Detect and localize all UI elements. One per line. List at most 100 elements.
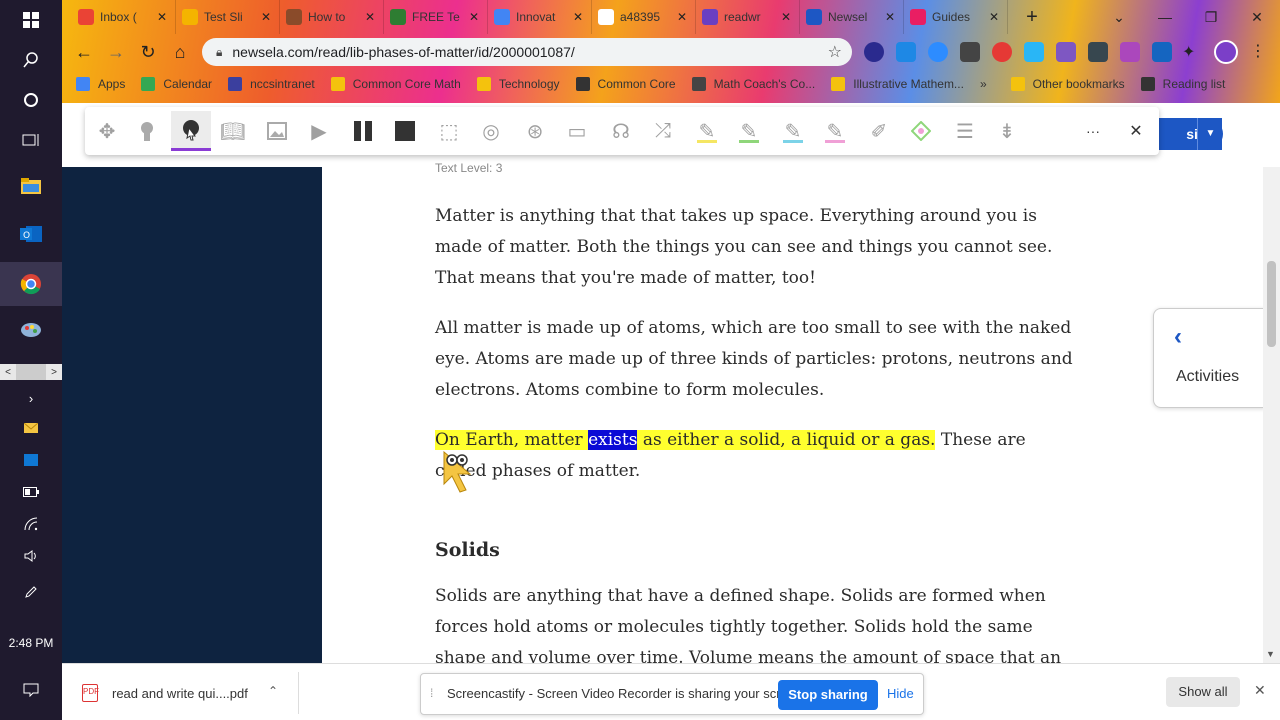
browser-tab[interactable]: a48395 ✕ [592, 0, 696, 34]
bookmark-item[interactable]: Apps [76, 77, 125, 91]
bookmark-item[interactable]: Calendar [141, 77, 212, 91]
browser-tab[interactable]: Inbox (✕ [72, 0, 176, 34]
tab-label[interactable]: a48395 [620, 10, 675, 24]
zoom-extension-icon[interactable] [928, 42, 948, 62]
address-url[interactable]: newsela.com/read/lib-phases-of-matter/id… [232, 44, 574, 60]
bookmark-star-icon[interactable]: ☆ [828, 42, 842, 62]
bookmark-item[interactable]: Illustrative Mathem... [831, 77, 964, 91]
browser-tab[interactable]: Guides ✕ [904, 0, 1008, 34]
tab-search-icon[interactable]: ⌄ [1096, 4, 1142, 30]
drag-handle-icon[interactable]: ⁞ [430, 686, 433, 700]
scrollbar-thumb[interactable] [1267, 261, 1276, 347]
bookmark-item[interactable]: Other bookmarks [1010, 77, 1125, 91]
pen-icon[interactable] [0, 572, 62, 612]
screenshot-reader-icon[interactable]: ⬚ [429, 111, 469, 151]
volume-icon[interactable] [0, 536, 62, 576]
browser-tab[interactable]: Newsel ✕ [800, 0, 904, 34]
more-options-icon[interactable]: ··· [1073, 111, 1113, 151]
close-tab-icon[interactable]: ✕ [155, 10, 169, 24]
clear-highlights-icon[interactable]: ✐ [859, 111, 899, 151]
profile-avatar[interactable] [1214, 40, 1238, 64]
tab-label[interactable]: Inbox ( [100, 10, 155, 24]
tab-label[interactable]: How to [308, 10, 363, 24]
chrome-taskbar-icon[interactable] [0, 262, 62, 306]
tab-label[interactable]: FREE Te [412, 10, 467, 24]
tab-label[interactable]: Guides [932, 10, 987, 24]
browser-tab[interactable]: FREE Te ✕ [384, 0, 488, 34]
notifications-icon[interactable] [0, 670, 62, 710]
bookmark-label[interactable]: » [980, 77, 987, 91]
search-icon[interactable] [0, 40, 62, 80]
highlight-blue-icon[interactable]: ✎ [773, 111, 813, 151]
forward-icon[interactable]: → [104, 40, 128, 64]
browser-tab[interactable]: How to ✕ [280, 0, 384, 34]
show-all-button[interactable]: Show all [1166, 677, 1240, 707]
bookmark-label[interactable]: Math Coach's Co... [714, 77, 816, 91]
back-icon[interactable]: ← [72, 40, 96, 64]
browser-tab[interactable]: readwr ✕ [696, 0, 800, 34]
address-bar[interactable]: 🔒︎ newsela.com/read/lib-phases-of-matter… [202, 38, 852, 66]
close-tab-icon[interactable]: ✕ [467, 10, 481, 24]
new-tab-button[interactable]: + [1020, 6, 1044, 28]
collect-highlights-icon[interactable] [901, 111, 941, 151]
selected-word[interactable]: exists [588, 430, 638, 450]
close-tab-icon[interactable]: ✕ [675, 10, 689, 24]
move-toolbar-icon[interactable]: ✥ [87, 111, 127, 151]
stop-sharing-button[interactable]: Stop sharing [778, 680, 878, 710]
picture-dictionary-icon[interactable] [257, 111, 297, 151]
extension-icon[interactable] [1056, 42, 1076, 62]
home-icon[interactable]: ⌂ [168, 40, 192, 64]
kami-extension-icon[interactable] [864, 42, 884, 62]
play-icon[interactable]: ▶ [299, 111, 339, 151]
bookmark-item[interactable]: nccsintranet [228, 77, 315, 91]
download-item[interactable]: PDF read and write qui....pdf [82, 679, 248, 707]
page-scrollbar[interactable] [1263, 167, 1280, 663]
screencastify-extension-icon[interactable] [992, 42, 1012, 62]
close-tab-icon[interactable]: ✕ [779, 10, 793, 24]
windows-start-icon[interactable] [0, 0, 62, 40]
extension-icon[interactable] [896, 42, 916, 62]
readwrite-extension-icon[interactable] [1120, 42, 1140, 62]
bookmark-label[interactable]: Illustrative Mathem... [853, 77, 964, 91]
screen-mask-icon[interactable]: ▭ [557, 111, 597, 151]
tab-label[interactable]: readwr [724, 10, 779, 24]
close-tab-icon[interactable]: ✕ [571, 10, 585, 24]
minimize-icon[interactable]: — [1142, 4, 1188, 30]
talk-and-type-icon[interactable]: ☊ [601, 111, 641, 151]
chrome-menu-icon[interactable]: ⋮ [1250, 40, 1266, 64]
hover-speech-icon[interactable] [127, 111, 167, 151]
file-explorer-icon[interactable] [0, 166, 62, 206]
tab-label[interactable]: Test Sli [204, 10, 259, 24]
extension-icon[interactable] [1088, 42, 1108, 62]
highlight-green-icon[interactable]: ✎ [729, 111, 769, 151]
bookmark-label[interactable]: Common Core [598, 77, 676, 91]
vocabulary-list-icon[interactable]: ☰ [945, 111, 985, 151]
task-view-icon[interactable] [0, 120, 62, 160]
bookmark-label[interactable]: Calendar [163, 77, 212, 91]
highlighted-text[interactable]: On Earth, matter [435, 430, 589, 450]
dictionary-icon[interactable]: 📖︎ [213, 111, 253, 151]
close-toolbar-icon[interactable]: ✕ [1116, 111, 1156, 151]
download-filename[interactable]: read and write qui....pdf [112, 686, 248, 701]
close-tab-icon[interactable]: ✕ [259, 10, 273, 24]
clock-time[interactable]: 2:48 PM [0, 636, 62, 650]
close-window-icon[interactable]: ✕ [1234, 4, 1280, 30]
bookmark-label[interactable]: Apps [98, 77, 125, 91]
hide-button[interactable]: Hide [887, 686, 914, 701]
lock-icon[interactable]: 🔒︎ [216, 45, 222, 60]
chevron-up-icon[interactable]: ⌃ [268, 684, 278, 698]
bookmark-label[interactable]: Reading list [1163, 77, 1226, 91]
cortana-icon[interactable] [0, 80, 62, 120]
simplify-icon[interactable]: ⤮ [643, 111, 683, 151]
translator-icon[interactable]: ⊛ [515, 111, 555, 151]
close-downloads-icon[interactable]: ✕ [1254, 682, 1266, 699]
close-tab-icon[interactable]: ✕ [363, 10, 377, 24]
reload-icon[interactable]: ↻ [136, 40, 160, 64]
paint-app-icon[interactable] [0, 310, 62, 350]
bookmark-label[interactable]: Other bookmarks [1033, 77, 1125, 91]
highlighted-text[interactable]: as either a solid, a liquid or a gas. [637, 430, 936, 450]
voice-note-icon[interactable]: ⇟ [987, 111, 1027, 151]
extension-icon[interactable] [1152, 42, 1172, 62]
bookmark-item[interactable]: Technology [476, 77, 560, 91]
audio-maker-icon[interactable]: ◎ [471, 111, 511, 151]
